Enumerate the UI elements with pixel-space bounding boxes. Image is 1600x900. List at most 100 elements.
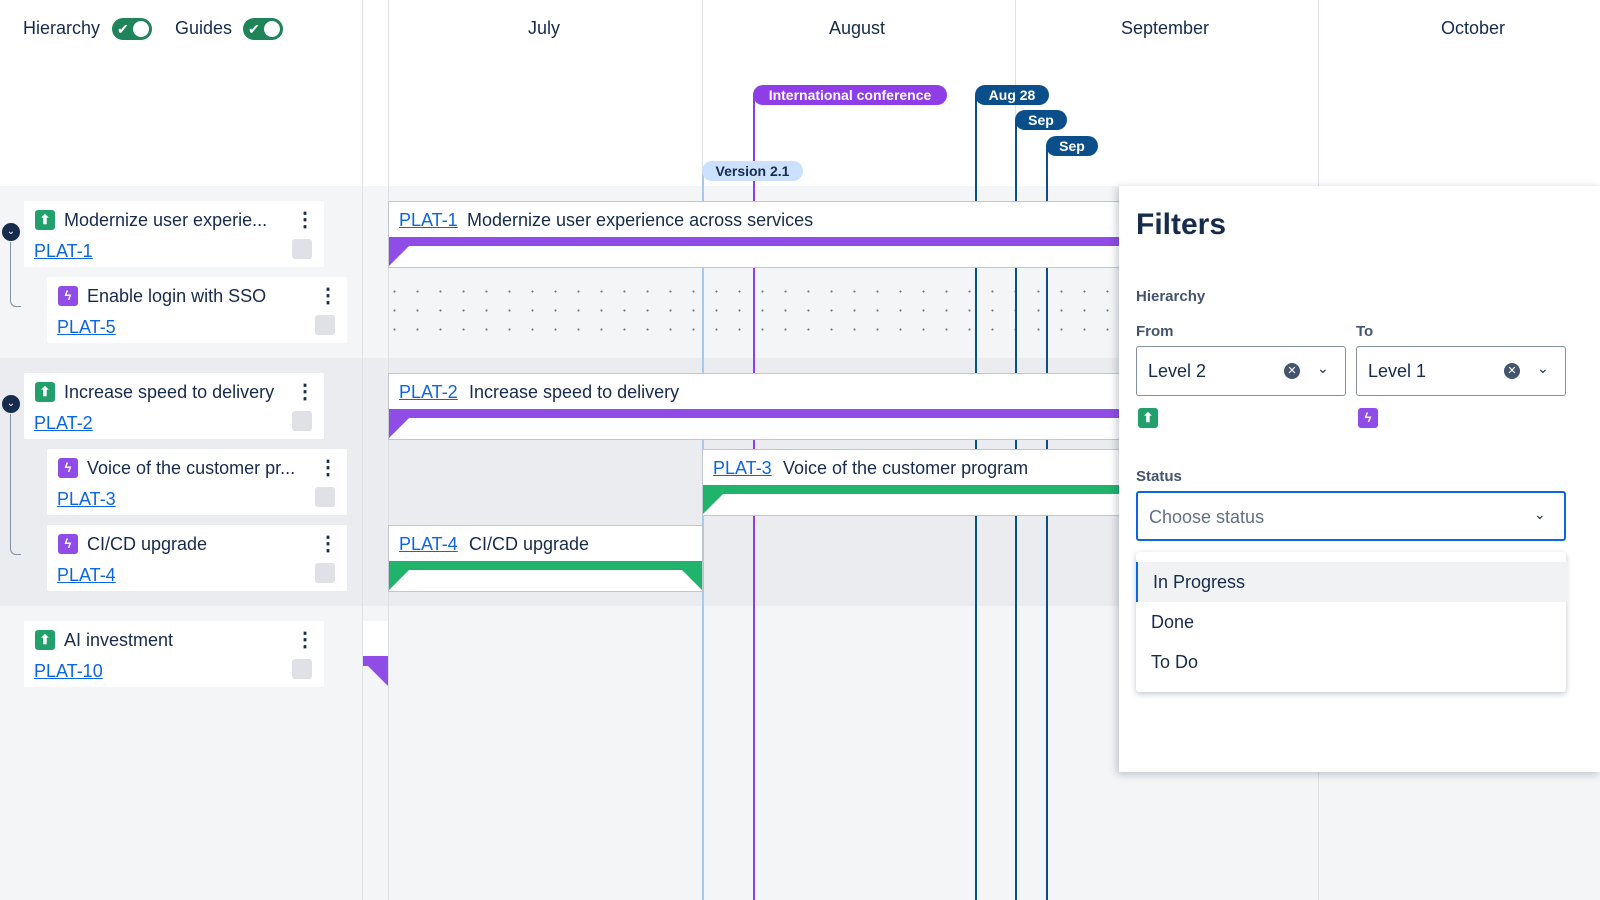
status-option-done[interactable]: Done [1136,602,1566,642]
item-title: Increase speed to delivery [64,382,275,402]
to-level-value: Level 1 [1368,361,1427,381]
marker-pill[interactable]: Version 2.1 [702,161,803,181]
bar-key-link[interactable]: PLAT-3 [713,458,772,479]
clear-icon[interactable]: ✕ [1504,363,1520,379]
status-option-in-progress[interactable]: In Progress [1136,562,1568,602]
checkbox[interactable] [292,239,312,259]
check-icon: ✔ [248,21,260,37]
status-option-to-do[interactable]: To Do [1136,642,1566,682]
bar-stripe [389,561,702,570]
from-label: From [1136,323,1174,340]
tree-connector [10,242,21,307]
to-label: To [1356,323,1374,340]
epic-icon: ⬆ [1138,408,1158,428]
collapse-toggle-icon[interactable]: ⌄ [2,395,20,413]
month-label: September [1121,18,1210,38]
timeline-bar[interactable]: PLAT-2 Increase speed to delivery [388,373,1120,440]
bar-corner [389,570,409,590]
hierarchy-toggle-label: Hierarchy [23,18,101,38]
timeline-bar[interactable]: PLAT-4 CI/CD upgrade [388,525,703,592]
bar-corner [682,570,702,590]
item-title: Modernize user experie... [64,210,268,230]
hierarchy-label: Hierarchy [1136,288,1206,305]
checkbox[interactable] [292,411,312,431]
item-key-link[interactable]: PLAT-5 [57,317,116,338]
marker-pill[interactable]: Sep [1015,110,1067,130]
story-icon: ϟ [1358,408,1378,428]
chevron-down-icon[interactable]: ⌄ [1534,506,1546,523]
checkbox[interactable] [315,563,335,583]
item-key-link[interactable]: PLAT-10 [34,661,103,682]
bar-key-link[interactable]: PLAT-4 [399,534,458,555]
checkbox[interactable] [315,315,335,335]
item-title: Enable login with SSO [87,286,267,306]
hierarchy-toggle[interactable]: ✔ [112,18,152,40]
list-item[interactable]: ⬆ Increase speed to delivery ⋮ PLAT-2 [24,373,324,439]
bar-title: Modernize user experience across service… [467,210,814,230]
item-key-link[interactable]: PLAT-4 [57,565,116,586]
bar-stripe [389,237,1120,246]
timeline-bar[interactable]: PLAT-3 Voice of the customer program [702,449,1120,516]
guides-toggle[interactable]: ✔ [243,18,283,40]
epic-icon: ⬆ [35,630,55,650]
month-divider [1318,0,1319,186]
month-divider [388,0,389,186]
clear-icon[interactable]: ✕ [1284,363,1300,379]
item-key-link[interactable]: PLAT-1 [34,241,93,262]
status-select[interactable]: Choose status ⌄ [1136,491,1566,541]
bar-title: CI/CD upgrade [469,534,590,554]
tree-connector [10,414,11,482]
timeline-bar-stub[interactable] [363,621,388,656]
chevron-down-icon[interactable]: ⌄ [1537,360,1549,377]
to-level-select[interactable]: Level 1 ✕ ⌄ [1356,346,1566,396]
list-item[interactable]: ⬆ Modernize user experie... ⋮ PLAT-1 [24,201,324,267]
more-icon[interactable]: ⋮ [318,534,338,554]
toolbar: Hierarchy ✔ Guides ✔ [0,0,362,186]
marker-pill[interactable]: International conference [753,85,947,105]
more-icon[interactable]: ⋮ [295,382,315,402]
more-icon[interactable]: ⋮ [295,630,315,650]
epic-icon: ⬆ [35,210,55,230]
from-level-select[interactable]: Level 2 ✕ ⌄ [1136,346,1346,396]
timeline-bar[interactable]: PLAT-1 Modernize user experience across … [388,201,1120,268]
list-item[interactable]: ϟ Voice of the customer pr... ⋮ PLAT-3 [47,449,347,515]
story-icon: ϟ [58,286,78,306]
bar-corner [389,246,409,266]
filters-title: Filters [1136,208,1227,241]
status-dropdown-menu: In Progress Done To Do [1136,552,1568,692]
from-level-value: Level 2 [1148,361,1207,381]
check-icon: ✔ [117,21,129,37]
month-label: July [528,18,561,38]
status-label: Status [1136,468,1182,485]
item-key-link[interactable]: PLAT-2 [34,413,93,434]
month-label: August [829,18,886,38]
list-item[interactable]: ϟ CI/CD upgrade ⋮ PLAT-4 [47,525,347,591]
bar-corner [389,418,409,438]
hierarchy-panel: Hierarchy ✔ Guides ✔ ⌄ ⌄ ⬆ Modernize use… [0,0,363,900]
epic-icon: ⬆ [35,382,55,402]
list-item[interactable]: ⬆ AI investment ⋮ PLAT-10 [24,621,324,687]
bar-title: Voice of the customer program [783,458,1029,478]
checkbox[interactable] [315,487,335,507]
bar-stripe [389,409,1120,418]
more-icon[interactable]: ⋮ [318,458,338,478]
bar-key-link[interactable]: PLAT-1 [399,210,458,231]
list-item[interactable]: ϟ Enable login with SSO ⋮ PLAT-5 [47,277,347,343]
item-title: CI/CD upgrade [87,534,208,554]
collapse-toggle-icon[interactable]: ⌄ [2,223,20,241]
bar-stripe [363,656,388,666]
marker-pill[interactable]: Sep [1046,136,1098,156]
more-icon[interactable]: ⋮ [295,210,315,230]
story-icon: ϟ [58,458,78,478]
checkbox[interactable] [292,659,312,679]
bar-key-link[interactable]: PLAT-2 [399,382,458,403]
bar-title: Increase speed to delivery [469,382,680,402]
item-key-link[interactable]: PLAT-3 [57,489,116,510]
bar-stripe [703,485,1120,494]
chevron-down-icon[interactable]: ⌄ [1317,360,1329,377]
more-icon[interactable]: ⋮ [318,286,338,306]
item-title: Voice of the customer pr... [87,458,296,478]
marker-pill[interactable]: Aug 28 [975,85,1049,105]
bar-corner [368,666,388,686]
guides-toggle-label: Guides [175,18,233,38]
